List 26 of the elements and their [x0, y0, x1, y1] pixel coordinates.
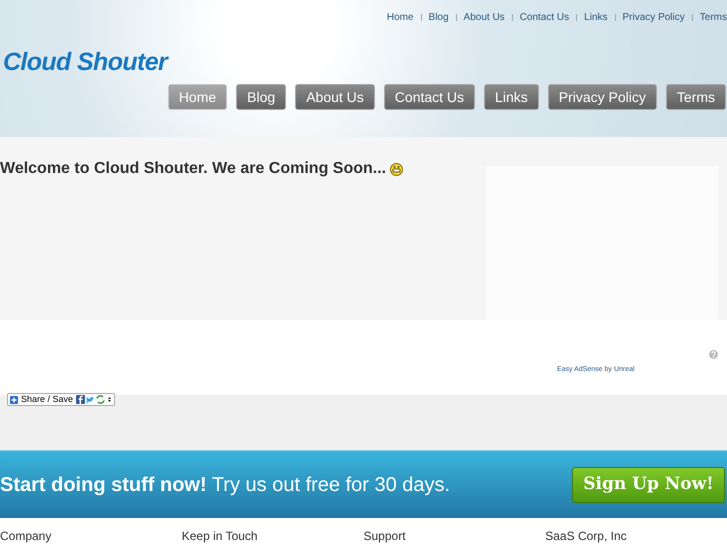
top-link[interactable]: Terms — [700, 10, 727, 25]
page-heading: Welcome to Cloud Shouter. We are Coming Soon... — [0, 159, 386, 179]
footer-heading: Keep in Touch — [182, 530, 259, 542]
nav-tab[interactable]: Privacy Policy — [548, 84, 657, 110]
help-icon[interactable] — [709, 350, 718, 359]
footer-heading: Company — [0, 530, 52, 542]
top-link[interactable]: Privacy Policy — [622, 10, 685, 25]
site-logo[interactable]: Cloud Shouter — [3, 44, 168, 82]
top-link[interactable]: Home — [386, 10, 414, 25]
top-link[interactable]: Contact Us — [520, 10, 570, 25]
footer-heading: Support — [364, 530, 407, 542]
cta-text: Start doing stuff now! Try us out free for 30 days. — [0, 472, 450, 498]
top-link[interactable]: Blog — [428, 10, 449, 25]
nav-tab[interactable]: Contact Us — [384, 84, 476, 110]
nav-tab[interactable]: Terms — [666, 84, 726, 110]
smiley-icon — [390, 162, 404, 176]
social-icons — [76, 395, 112, 404]
plus-icon — [10, 396, 18, 404]
top-link[interactable]: About Us — [464, 10, 505, 25]
nav-tab[interactable]: About Us — [295, 84, 375, 110]
nav-tab[interactable]: Links — [484, 84, 539, 110]
share-button[interactable]: Share / Save — [7, 393, 116, 406]
top-link[interactable]: Links — [584, 10, 608, 25]
footer-heading: SaaS Corp, Inc — [545, 530, 628, 542]
nav-tab[interactable]: Home — [168, 84, 228, 110]
nav-tab[interactable]: Blog — [236, 84, 286, 110]
